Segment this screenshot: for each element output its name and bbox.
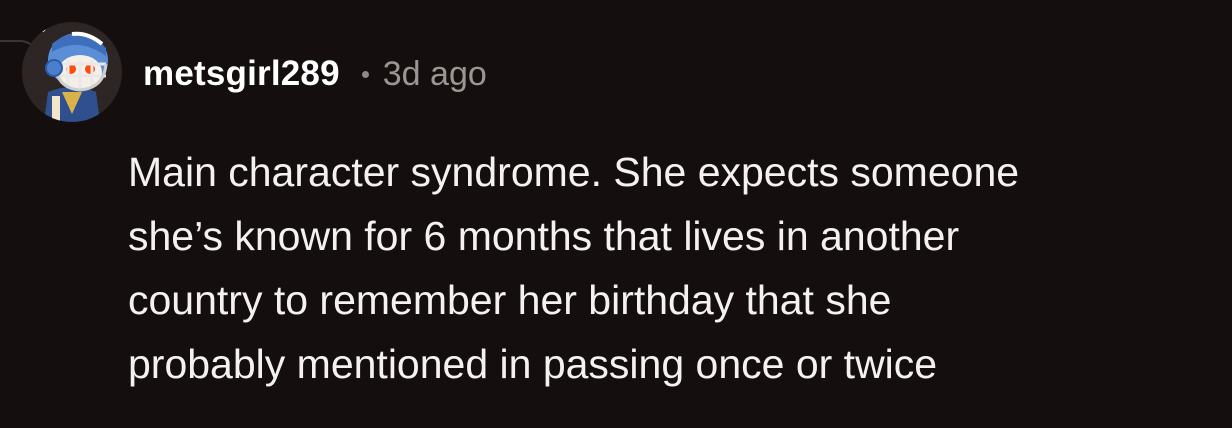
comment-body: Main character syndrome. She expects som… bbox=[128, 140, 1218, 396]
username-link[interactable]: metsgirl289 bbox=[143, 54, 340, 94]
comment-body-line: she’s known for 6 months that lives in a… bbox=[128, 213, 960, 259]
comment: metsgirl289 3d ago Main character syndro… bbox=[0, 0, 1232, 428]
comment-body-line: probably mentioned in passing once or tw… bbox=[128, 341, 938, 387]
comment-body-line: Main character syndrome. She expects som… bbox=[128, 149, 1020, 195]
comment-meta: metsgirl289 3d ago bbox=[143, 50, 487, 98]
user-avatar[interactable] bbox=[22, 22, 122, 122]
timestamp[interactable]: 3d ago bbox=[383, 55, 487, 94]
snoo-avatar-icon bbox=[22, 22, 122, 122]
comment-body-line: country to remember her birthday that sh… bbox=[128, 277, 892, 323]
separator-dot bbox=[361, 70, 369, 78]
